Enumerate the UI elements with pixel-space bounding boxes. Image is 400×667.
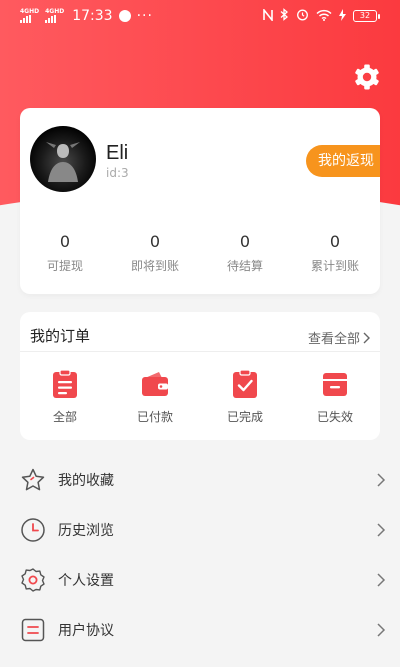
order-tab-paid[interactable]: 已付款 xyxy=(110,368,200,425)
signal-icon-2: 4GHD xyxy=(45,9,64,23)
settings-icon xyxy=(20,567,46,593)
user-name: Eli xyxy=(106,142,129,164)
nfc-icon xyxy=(263,7,273,24)
stat-value: 0 xyxy=(59,232,71,251)
menu-item-user-agreement[interactable]: 用户协议 xyxy=(0,605,400,655)
stat-label: 可提现 xyxy=(46,259,83,273)
stat-incoming[interactable]: 0 即将到账 xyxy=(110,232,200,274)
chevron-right-icon xyxy=(363,332,370,343)
star-icon xyxy=(20,467,46,493)
my-cashback-button[interactable]: 我的返现 xyxy=(306,145,380,177)
status-time: 17:33 xyxy=(72,8,113,24)
chevron-right-icon xyxy=(377,623,386,637)
stat-total-received[interactable]: 0 累计到账 xyxy=(290,232,380,274)
signal-icon: 4GHD xyxy=(20,9,39,23)
orders-title: 我的订单 xyxy=(30,327,91,345)
menu-item-label: 历史浏览 xyxy=(58,523,114,539)
orders-header: 我的订单 查看全部 xyxy=(20,312,380,352)
menu-item-favorites[interactable]: 我的收藏 xyxy=(0,455,400,505)
stat-value: 0 xyxy=(239,232,251,251)
order-tab-label: 已付款 xyxy=(136,410,173,424)
menu-item-label: 个人设置 xyxy=(58,573,114,589)
order-tab-label: 全部 xyxy=(52,410,77,424)
avatar[interactable] xyxy=(30,126,96,192)
orders-card: 我的订单 查看全部 全部 已付款 已完成 已失效 xyxy=(20,312,380,440)
settings-gear-icon[interactable] xyxy=(352,62,382,92)
menu-item-personal-settings[interactable]: 个人设置 xyxy=(0,555,400,605)
stat-label: 待结算 xyxy=(226,259,263,273)
wallet-icon xyxy=(139,368,171,400)
stat-value: 0 xyxy=(149,232,161,251)
battery-level: 32 xyxy=(353,10,377,22)
bluetooth-icon xyxy=(280,8,289,24)
clipboard-list-icon xyxy=(49,368,81,400)
order-status-row: 全部 已付款 已完成 已失效 xyxy=(20,352,380,425)
clipboard-check-icon xyxy=(229,368,261,400)
wifi-icon xyxy=(316,9,332,24)
menu-item-label: 我的收藏 xyxy=(58,473,114,489)
message-notification-icon xyxy=(118,10,131,22)
menu-item-history[interactable]: 历史浏览 xyxy=(0,505,400,555)
menu-list: 我的收藏 历史浏览 个人设置 用户协议 xyxy=(0,455,400,655)
order-tab-completed[interactable]: 已完成 xyxy=(200,368,290,425)
order-tab-label: 已完成 xyxy=(226,410,263,424)
order-tab-label: 已失效 xyxy=(316,410,353,424)
menu-item-label: 用户协议 xyxy=(58,623,114,639)
battery-icon: 32 xyxy=(353,10,380,22)
stat-pending[interactable]: 0 待结算 xyxy=(200,232,290,274)
stat-label: 累计到账 xyxy=(310,259,359,273)
more-notifications-icon: ··· xyxy=(136,8,153,24)
chevron-right-icon xyxy=(377,523,386,537)
view-all-label: 查看全部 xyxy=(307,332,360,347)
stat-withdrawable[interactable]: 0 可提现 xyxy=(20,232,110,274)
view-all-orders-link[interactable]: 查看全部 xyxy=(308,328,370,347)
order-tab-invalid[interactable]: 已失效 xyxy=(290,368,380,425)
clock-icon xyxy=(20,517,46,543)
chevron-right-icon xyxy=(377,473,386,487)
user-id: id:3 xyxy=(106,166,129,180)
document-icon xyxy=(20,617,46,643)
chevron-right-icon xyxy=(377,573,386,587)
order-tab-all[interactable]: 全部 xyxy=(20,368,110,425)
profile-card: Eli id:3 我的返现 0 可提现 0 即将到账 0 待结算 0 累计到账 xyxy=(20,108,380,294)
charging-icon xyxy=(339,8,346,24)
stat-value: 0 xyxy=(329,232,341,251)
balance-stats: 0 可提现 0 即将到账 0 待结算 0 累计到账 xyxy=(20,232,380,274)
stat-label: 即将到账 xyxy=(130,259,179,273)
invalid-box-icon xyxy=(319,368,351,400)
status-bar: 4GHD 4GHD 17:33 ··· 32 xyxy=(0,0,400,32)
alarm-icon xyxy=(296,8,309,24)
